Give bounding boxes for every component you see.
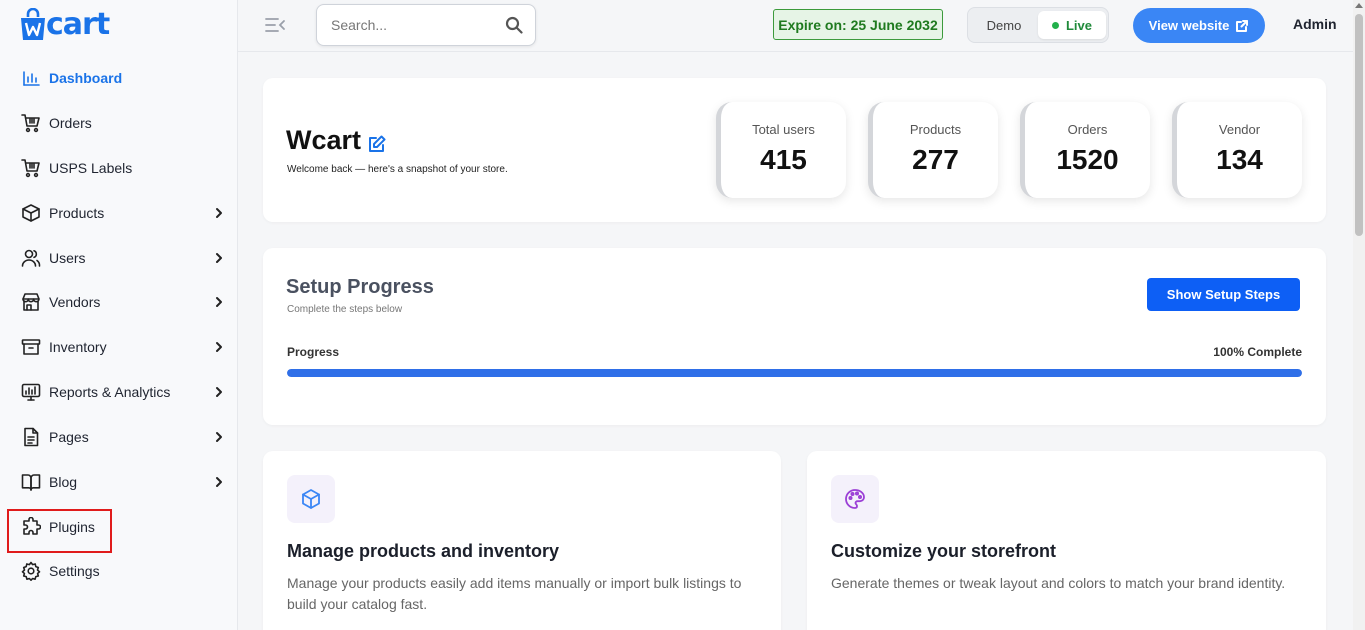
store-overview-card: Wcart Welcome back — here's a snapshot o… (263, 78, 1326, 222)
progress-label: Progress (287, 345, 340, 359)
sidebar-item-label: Dashboard (49, 70, 123, 86)
stat-card-vendor: Vendor 134 (1172, 102, 1302, 198)
external-link-icon (1236, 19, 1249, 32)
box-icon (21, 203, 41, 223)
expire-badge: Expire on: 25 June 2032 (773, 9, 943, 40)
sidebar-item-label: Vendors (49, 294, 101, 310)
mode-live-option[interactable]: Live (1038, 11, 1106, 39)
sidebar-item-products[interactable]: Products (0, 193, 238, 233)
setup-title: Setup Progress (286, 276, 434, 298)
chevron-right-icon (214, 251, 224, 263)
stat-value: 277 (912, 144, 959, 175)
gear-icon (21, 561, 41, 581)
view-website-button[interactable]: View website (1133, 8, 1265, 43)
sidebar-item-label: Users (49, 250, 86, 266)
chevron-right-icon (214, 340, 224, 352)
chevron-right-icon (214, 430, 224, 442)
stat-value: 415 (760, 144, 807, 175)
sidebar-item-label: Reports & Analytics (49, 384, 171, 400)
live-status-dot (1051, 21, 1059, 29)
mode-demo-option[interactable]: Demo (974, 11, 1034, 39)
users-icon (21, 248, 41, 268)
chevron-right-icon (214, 206, 224, 218)
stat-value: 1520 (1056, 144, 1119, 175)
book-open-icon (21, 472, 41, 492)
store-icon (21, 292, 41, 312)
sidebar-item-label: Settings (49, 563, 100, 579)
show-setup-steps-button[interactable]: Show Setup Steps (1147, 278, 1300, 311)
palette-icon (831, 475, 879, 523)
wcart-logo[interactable]: cart (20, 6, 110, 44)
feature-card-storefront[interactable]: Customize your storefront Generate theme… (807, 451, 1326, 630)
bar-chart-icon (21, 68, 41, 88)
sidebar-item-dashboard[interactable]: Dashboard (0, 58, 238, 98)
sidebar-item-label: Blog (49, 474, 78, 490)
mode-demo-label: Demo (986, 17, 1022, 33)
search-box[interactable] (316, 4, 536, 46)
stat-card-total-users: Total users 415 (716, 102, 846, 198)
stat-card-products: Products 277 (868, 102, 998, 198)
search-input[interactable] (331, 15, 491, 35)
sidebar-item-blog[interactable]: Blog (0, 462, 238, 502)
menu-collapse-icon (265, 18, 285, 32)
progress-percent: 100% Complete (1213, 345, 1302, 359)
sidebar-item-reports-analytics[interactable]: Reports & Analytics (0, 372, 238, 412)
mode-live-label: Live (1065, 17, 1092, 33)
sidebar-item-pages[interactable]: Pages (0, 417, 238, 457)
sidebar-item-users[interactable]: Users (0, 238, 238, 278)
monitor-chart-icon (21, 382, 41, 402)
progress-bar-fill (287, 369, 1302, 377)
search-icon[interactable] (505, 16, 523, 34)
stat-card-orders: Orders 1520 (1020, 102, 1150, 198)
chevron-right-icon (214, 295, 224, 307)
collapse-sidebar-button[interactable] (264, 16, 286, 34)
sidebar-item-inventory[interactable]: Inventory (0, 327, 238, 367)
stat-label: Total users (752, 122, 815, 137)
stat-value: 134 (1216, 144, 1263, 175)
scroll-thumb[interactable] (1355, 14, 1363, 236)
setup-subtitle: Complete the steps below (287, 304, 403, 315)
progress-bar (287, 369, 1302, 377)
page-scrollbar[interactable] (1353, 0, 1365, 630)
feature-title: Manage products and inventory (287, 541, 560, 561)
sidebar-item-label: Plugins (49, 519, 95, 535)
feature-card-products[interactable]: Manage products and inventory Manage you… (263, 451, 781, 630)
admin-user-menu[interactable]: Admin (1293, 16, 1337, 32)
file-icon (21, 427, 41, 447)
logo-bag-icon (21, 8, 45, 40)
archive-icon (21, 337, 41, 357)
feature-description: Manage your products easily add items ma… (287, 575, 742, 612)
edit-icon[interactable] (367, 134, 387, 154)
mode-toggle: Demo Live (967, 7, 1109, 43)
sidebar-item-vendors[interactable]: Vendors (0, 282, 238, 322)
cart-label-icon (21, 158, 41, 178)
chevron-right-icon (214, 385, 224, 397)
chevron-right-icon (214, 475, 224, 487)
sidebar-item-label: USPS Labels (49, 160, 133, 176)
sidebar-item-label: Pages (49, 429, 89, 445)
sidebar-item-usps-labels[interactable]: USPS Labels (0, 148, 238, 188)
store-title: Wcart (286, 125, 362, 155)
sidebar: cart Dashboard Orders USPS Labels Produc… (0, 0, 238, 630)
sidebar-item-settings[interactable]: Settings (0, 551, 238, 591)
puzzle-icon (21, 517, 41, 537)
sidebar-item-plugins[interactable]: Plugins (0, 507, 238, 547)
welcome-text: Welcome back — here's a snapshot of your… (287, 164, 508, 175)
topbar: Expire on: 25 June 2032 Demo Live View w… (238, 0, 1353, 52)
view-website-label: View website (1148, 18, 1230, 33)
feature-title: Customize your storefront (831, 541, 1057, 561)
stat-label: Products (909, 122, 962, 137)
cube-icon (287, 475, 335, 523)
stat-label: Vendor (1218, 122, 1261, 137)
feature-description: Generate themes or tweak layout and colo… (831, 575, 1286, 591)
stat-label: Orders (1067, 122, 1108, 137)
sidebar-item-orders[interactable]: Orders (0, 103, 238, 143)
setup-progress-card: Setup Progress Complete the steps below … (263, 248, 1326, 425)
sidebar-item-label: Products (49, 205, 105, 221)
cart-icon (21, 113, 41, 133)
logo-text: cart (46, 7, 110, 42)
scroll-up-arrow[interactable] (1355, 3, 1363, 8)
sidebar-item-label: Orders (49, 115, 92, 131)
sidebar-item-label: Inventory (49, 339, 107, 355)
